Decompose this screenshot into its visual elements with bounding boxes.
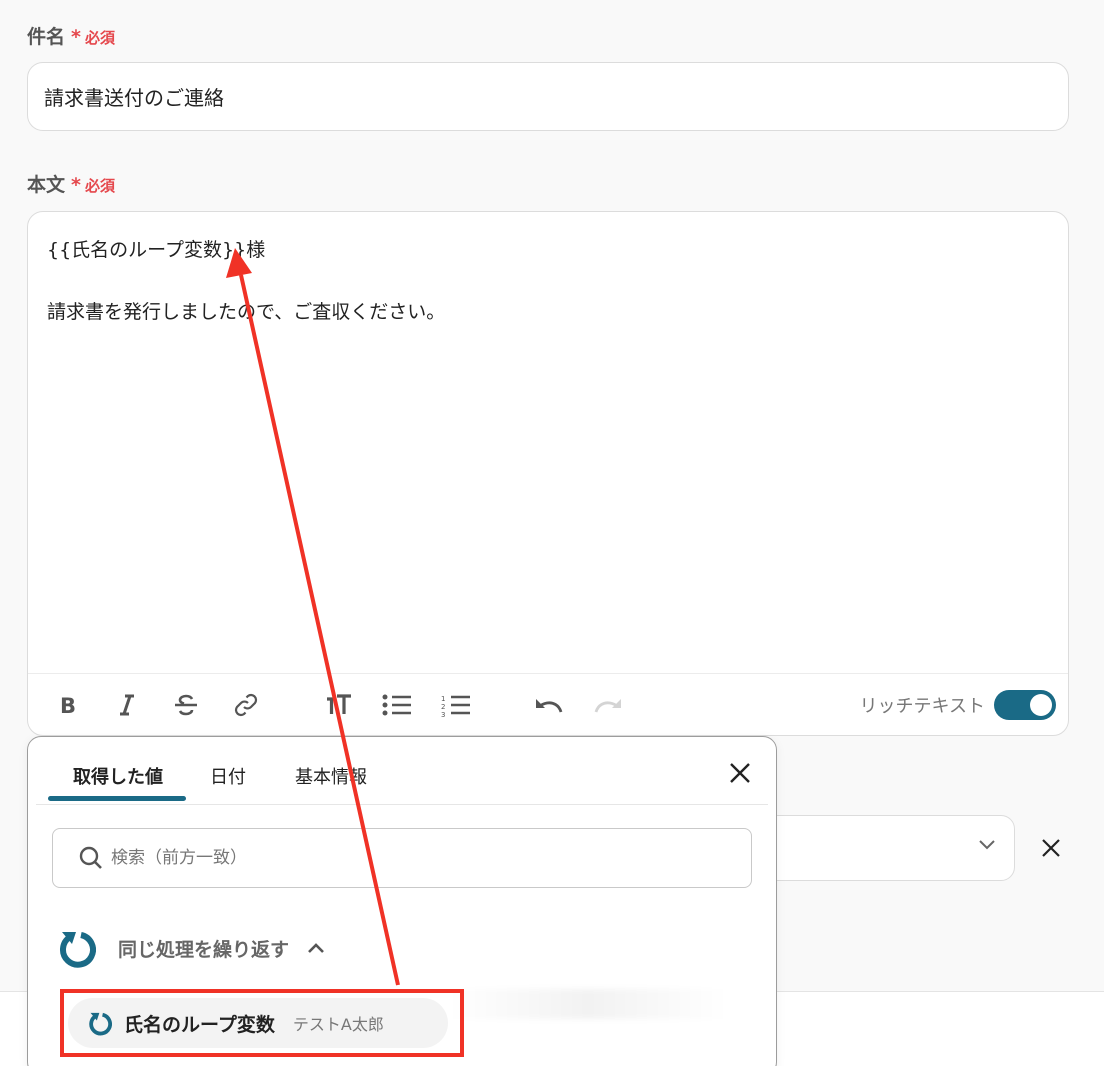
search-icon	[79, 846, 102, 869]
body-label-row: 本文 * 必須	[27, 170, 115, 197]
bullet-list-button[interactable]	[382, 690, 412, 720]
rich-text-label: リッチテキスト	[859, 696, 985, 717]
svg-text:2: 2	[441, 703, 445, 711]
text-size-icon	[327, 694, 351, 714]
tab-basic-info[interactable]: 基本情報	[295, 763, 367, 789]
strikethrough-icon	[175, 694, 197, 716]
active-tab-indicator	[48, 796, 186, 801]
undo-button[interactable]	[534, 690, 564, 720]
body-line-greeting: {{氏名のループ変数}}様	[47, 239, 266, 261]
numbered-list-button[interactable]: 123	[441, 690, 471, 720]
bullet-list-icon	[382, 694, 411, 716]
redo-button[interactable]	[593, 690, 623, 720]
value-picker-popup: 取得した値 日付 基本情報 同じ処理を繰り返す 氏名のループ変数 テストA太郎	[27, 736, 777, 1066]
link-button[interactable]	[231, 690, 261, 720]
required-text: 必須	[84, 177, 115, 195]
item-name: 氏名のループ変数	[124, 1013, 275, 1036]
undo-icon	[536, 699, 563, 713]
required-text: 必須	[84, 29, 115, 47]
body-text-area[interactable]: {{氏名のループ変数}}様 請求書を発行しましたので、ご査収ください。	[28, 212, 1068, 350]
bold-button[interactable]: B	[53, 690, 83, 720]
subject-input[interactable]: 請求書送付のご連絡	[27, 62, 1069, 131]
bold-icon: B	[60, 694, 76, 716]
loop-icon	[60, 932, 96, 968]
editor-toolbar: B 123 リッチテキスト	[28, 673, 1068, 735]
body-line-message: 請求書を発行しましたので、ご査収ください。	[47, 301, 446, 323]
numbered-list-icon: 123	[441, 695, 470, 717]
loop-group-label: 同じ処理を繰り返す	[118, 938, 290, 961]
chevron-up-icon	[308, 943, 324, 953]
chevron-down-icon	[979, 840, 995, 850]
italic-button[interactable]	[112, 690, 142, 720]
subject-label: 件名	[27, 26, 66, 48]
svg-text:1: 1	[441, 695, 445, 703]
popup-tabs: 取得した値 日付 基本情報	[36, 737, 768, 805]
close-icon[interactable]	[1040, 837, 1062, 859]
list-item[interactable]: 氏名のループ変数 テストA太郎	[68, 998, 448, 1048]
search-input[interactable]	[111, 848, 691, 868]
toggle-knob	[1030, 694, 1052, 716]
tab-acquired-values[interactable]: 取得した値	[73, 763, 163, 789]
svg-text:B: B	[60, 694, 76, 716]
loop-icon	[89, 1012, 112, 1036]
required-star: *	[71, 174, 81, 196]
item-value: テストA太郎	[292, 1015, 384, 1034]
body-label: 本文	[27, 174, 66, 196]
close-icon[interactable]	[728, 761, 752, 785]
required-star: *	[71, 26, 81, 48]
link-icon	[234, 693, 258, 717]
strikethrough-button[interactable]	[171, 690, 201, 720]
italic-icon	[120, 694, 134, 716]
loop-group-header[interactable]: 同じ処理を繰り返す	[58, 928, 325, 968]
text-size-button[interactable]	[324, 690, 354, 720]
body-editor[interactable]: {{氏名のループ変数}}様 請求書を発行しましたので、ご査収ください。 B 12…	[27, 211, 1069, 736]
rich-text-toggle[interactable]	[994, 690, 1056, 720]
redo-icon	[594, 699, 621, 713]
svg-text:3: 3	[441, 711, 445, 717]
tab-date[interactable]: 日付	[210, 763, 246, 789]
search-field[interactable]	[52, 828, 752, 888]
subject-label-row: 件名 * 必須	[27, 22, 115, 49]
